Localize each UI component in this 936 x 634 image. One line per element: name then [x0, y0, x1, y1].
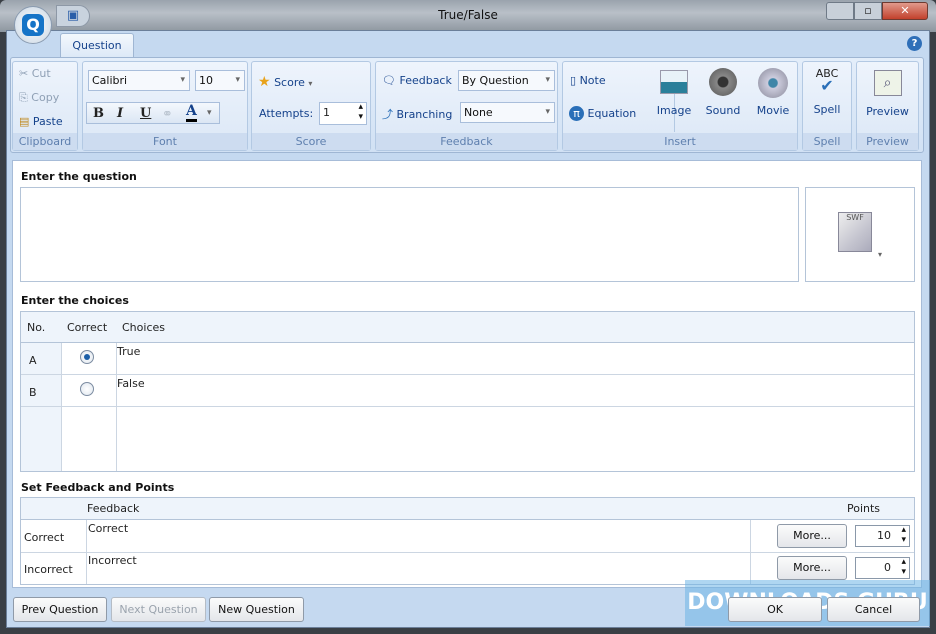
column-header: No. — [27, 321, 46, 334]
spellcheck-icon: ABC ✔ — [815, 67, 839, 95]
question-input[interactable] — [20, 187, 799, 282]
choices-heading: Enter the choices — [21, 294, 129, 307]
sound-button[interactable]: Sound — [701, 68, 745, 117]
choice-text-input[interactable]: False — [117, 377, 145, 390]
minimize-button[interactable] — [826, 2, 854, 20]
media-icon: SWF — [838, 212, 872, 252]
equation-button[interactable]: π Equation — [569, 106, 636, 121]
correct-radio[interactable] — [80, 350, 94, 364]
bold-button[interactable]: B — [93, 106, 104, 121]
group-feedback: 🗨 Feedback By Question ⤴ Branching None … — [375, 61, 558, 151]
score-button[interactable]: ★ Score ▾ — [258, 74, 312, 90]
copy-icon: ⎘ — [19, 91, 32, 104]
star-icon: ★ — [258, 74, 271, 90]
spell-button[interactable]: ABC ✔ Spell — [803, 67, 851, 117]
group-preview: ⌕ Preview Preview — [856, 61, 919, 151]
app-logo-button[interactable]: Q — [14, 6, 52, 44]
column-header: Feedback — [87, 502, 140, 515]
prev-question-button[interactable]: Prev Question — [13, 597, 107, 622]
movie-button[interactable]: Movie — [751, 68, 795, 117]
more-button[interactable]: More... — [777, 556, 847, 580]
feedback-text-input[interactable]: Correct — [88, 522, 128, 535]
question-heading: Enter the question — [21, 170, 137, 183]
table-row: Correct Correct More... 10 — [21, 520, 914, 552]
more-button[interactable]: More... — [777, 524, 847, 548]
row-number: A — [29, 354, 37, 367]
points-stepper[interactable]: 0 — [855, 557, 910, 579]
row-number: B — [29, 386, 37, 399]
window-title: True/False — [438, 8, 498, 22]
comment-icon: 🗨 — [382, 74, 396, 87]
group-label: Preview — [857, 133, 918, 150]
feedback-text-input[interactable]: Incorrect — [88, 554, 137, 567]
cut-button[interactable]: ✂ Cut — [19, 67, 51, 80]
table-row: B False — [21, 375, 914, 406]
font-size-select[interactable]: 10 — [195, 70, 245, 91]
new-question-button[interactable]: New Question — [209, 597, 304, 622]
preview-button[interactable]: ⌕ Preview — [857, 70, 918, 118]
table-header — [21, 498, 914, 520]
group-label: Insert — [563, 133, 797, 150]
cancel-button[interactable]: Cancel — [827, 597, 920, 622]
group-score: ★ Score ▾ Attempts: 1 Score — [251, 61, 371, 151]
image-button[interactable]: Image — [653, 70, 695, 117]
magnifier-icon: ⌕ — [873, 70, 902, 96]
scissors-icon: ✂ — [19, 67, 32, 80]
row-label: Incorrect — [24, 563, 73, 576]
chevron-down-icon: ▾ — [878, 250, 883, 259]
feedback-select[interactable]: By Question — [458, 70, 555, 91]
question-media-button[interactable]: SWF ▾ — [805, 187, 915, 282]
font-format-buttons — [86, 102, 220, 124]
underline-button[interactable]: U — [140, 106, 151, 121]
feedback-button[interactable]: 🗨 Feedback — [382, 74, 452, 87]
ok-button[interactable]: OK — [728, 597, 822, 622]
attempts-label: Attempts: — [259, 107, 314, 120]
save-icon[interactable]: ▣ — [56, 5, 90, 27]
copy-button[interactable]: ⎘ Copy — [19, 91, 59, 105]
maximize-button[interactable]: ▫ — [854, 2, 882, 20]
column-header: Correct — [67, 321, 108, 334]
film-reel-icon — [758, 68, 788, 98]
correct-radio[interactable] — [80, 382, 94, 396]
choices-table: No. Correct Choices A True B False — [20, 311, 915, 472]
group-label: Feedback — [376, 133, 557, 150]
font-family-select[interactable]: Calibri — [88, 70, 190, 91]
italic-button[interactable]: I — [117, 106, 123, 121]
group-label: Score — [252, 133, 370, 150]
group-spell: ABC ✔ Spell Spell — [802, 61, 852, 151]
table-row: A True — [21, 343, 914, 374]
speaker-icon — [709, 68, 737, 96]
help-icon[interactable]: ? — [907, 36, 922, 51]
note-button[interactable]: ▯ Note — [570, 74, 606, 87]
paste-icon: ▤ — [19, 115, 33, 128]
image-icon — [660, 70, 688, 94]
branching-button[interactable]: ⤴ Branching — [382, 106, 452, 122]
note-icon: ▯ — [570, 74, 577, 87]
group-clipboard: ✂ Cut ⎘ Copy ▤ Paste Clipboard — [12, 61, 78, 151]
group-font: Calibri 10 B I U ⚭ A ▾ Font — [82, 61, 248, 151]
branching-select[interactable]: None — [460, 102, 555, 123]
column-header: Points — [847, 502, 881, 515]
row-label: Correct — [24, 531, 65, 544]
feedback-table: Feedback Points Correct Correct More... … — [20, 497, 915, 585]
divider — [21, 406, 914, 407]
font-color-button[interactable]: A — [186, 104, 197, 122]
branch-icon: ⤴ — [382, 108, 393, 121]
column-header: Choices — [122, 321, 165, 334]
chevron-down-icon[interactable]: ▾ — [207, 108, 212, 118]
close-button[interactable]: ✕ — [882, 2, 928, 20]
group-label: Spell — [803, 133, 851, 150]
choice-text-input[interactable]: True — [117, 345, 140, 358]
attempts-stepper[interactable]: 1 — [319, 102, 367, 125]
group-insert: ▯ Note π Equation Image Sound Movie Inse… — [562, 61, 798, 151]
paste-button[interactable]: ▤ Paste — [19, 115, 63, 128]
link-icon[interactable]: ⚭ — [162, 107, 173, 122]
tab-question[interactable]: Question — [60, 33, 134, 57]
points-stepper[interactable]: 10 — [855, 525, 910, 547]
feedback-heading: Set Feedback and Points — [21, 481, 175, 494]
next-question-button[interactable]: Next Question — [111, 597, 206, 622]
group-label: Clipboard — [13, 133, 77, 150]
group-label: Font — [83, 133, 247, 150]
pi-icon: π — [569, 106, 584, 121]
